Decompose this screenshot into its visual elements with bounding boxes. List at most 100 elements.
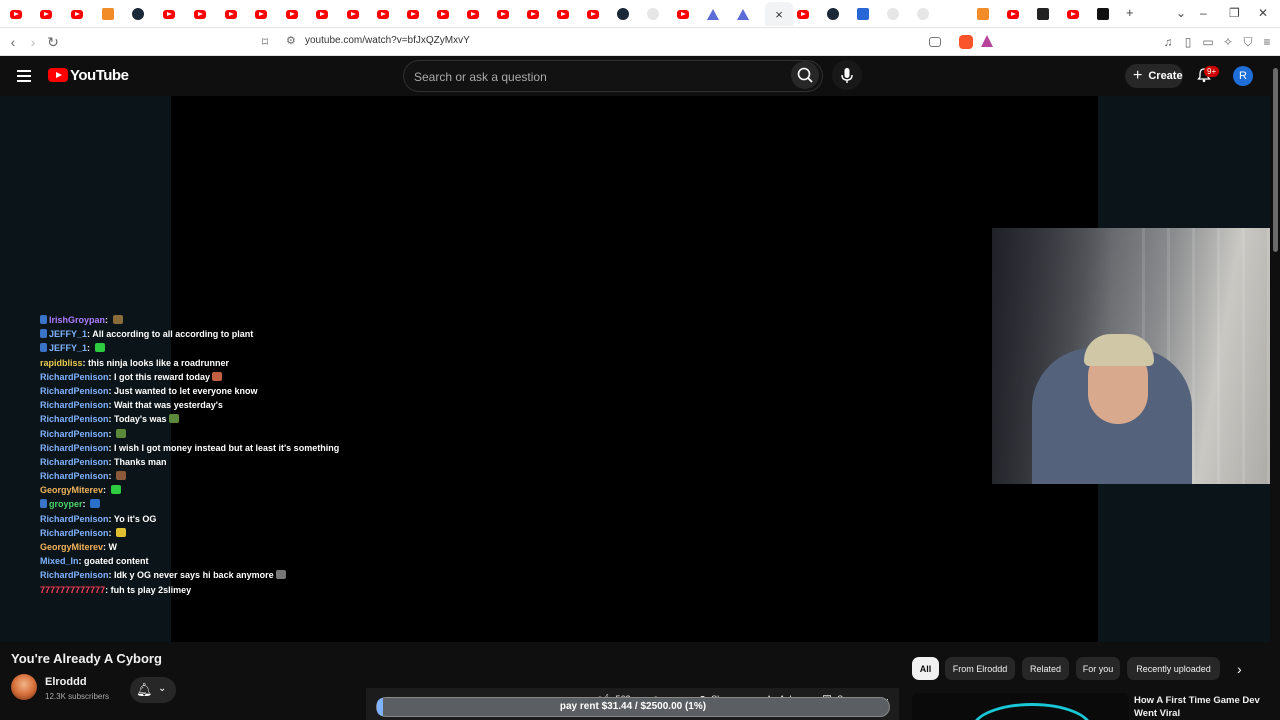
chat-username: RichardPenison xyxy=(40,414,109,425)
chat-username: RichardPenison xyxy=(40,471,109,482)
browser-tab[interactable] xyxy=(405,6,421,22)
browser-tab[interactable] xyxy=(795,6,811,22)
voice-search-button[interactable] xyxy=(832,60,862,90)
chat-text: fuh ts play 2slimey xyxy=(110,584,192,595)
browser-tab[interactable] xyxy=(585,6,601,22)
tab-favicon-icon xyxy=(707,8,719,20)
filter-chip[interactable]: For you xyxy=(1076,657,1120,680)
browser-tab[interactable] xyxy=(735,6,751,22)
browser-tab[interactable] xyxy=(192,6,208,22)
browser-tab[interactable] xyxy=(223,6,239,22)
media-controls-icon[interactable]: ♫ xyxy=(1159,33,1177,51)
browser-tab[interactable] xyxy=(1065,6,1081,22)
tab-favicon-icon xyxy=(1097,8,1109,20)
maximize-window-icon[interactable]: ❐ xyxy=(1229,6,1240,20)
search-button[interactable] xyxy=(791,61,819,89)
youtube-logo-icon[interactable] xyxy=(48,68,68,82)
site-info-icon[interactable]: ⚙ xyxy=(286,34,296,47)
browser-tab[interactable] xyxy=(435,6,451,22)
browser-tab[interactable] xyxy=(345,6,361,22)
close-window-icon[interactable]: ✕ xyxy=(1258,6,1268,20)
guide-menu-icon[interactable] xyxy=(17,70,31,82)
chat-emote-icon xyxy=(116,527,127,537)
reload-icon[interactable]: ↻ xyxy=(44,33,62,51)
search-input[interactable]: Search or ask a question xyxy=(403,60,823,92)
browser-tab[interactable] xyxy=(100,6,116,22)
browser-tab[interactable] xyxy=(675,6,691,22)
filter-chip[interactable]: All xyxy=(912,657,939,680)
browser-tab[interactable] xyxy=(495,6,511,22)
browser-tab[interactable] xyxy=(284,6,300,22)
chevron-right-icon[interactable]: › xyxy=(1237,661,1242,677)
channel-avatar[interactable] xyxy=(11,674,37,700)
leo-ai-icon[interactable]: ✧ xyxy=(1219,33,1237,51)
tab-favicon-icon xyxy=(617,8,629,20)
new-tab-button[interactable]: + xyxy=(1126,5,1134,20)
browser-tab[interactable] xyxy=(1005,6,1021,22)
create-button[interactable]: + Create xyxy=(1125,64,1183,88)
chat-emote-icon xyxy=(112,315,123,324)
browser-tab[interactable] xyxy=(1035,6,1051,22)
chat-username: RichardPenison xyxy=(40,513,109,524)
back-arrow-icon[interactable]: ‹ xyxy=(4,33,22,51)
wallet-icon[interactable]: ▭ xyxy=(1199,33,1217,51)
chat-username: RichardPenison xyxy=(40,428,109,439)
browser-tab[interactable] xyxy=(253,6,269,22)
browser-tab[interactable] xyxy=(161,6,177,22)
subscription-button[interactable]: 🔔︎ ⌄ xyxy=(130,677,176,703)
youtube-header: YouTube Search or ask a question xyxy=(0,56,1270,96)
browser-tab[interactable] xyxy=(885,6,901,22)
chat-badge-icon xyxy=(40,329,47,339)
browser-tab[interactable] xyxy=(69,6,85,22)
channel-name[interactable]: Elroddd xyxy=(45,676,87,688)
account-avatar[interactable]: R xyxy=(1233,66,1253,86)
tab-favicon-icon xyxy=(71,9,83,19)
browser-tab[interactable] xyxy=(8,6,24,22)
chat-username: Mixed_In xyxy=(40,556,79,567)
browser-tab[interactable] xyxy=(705,6,721,22)
url-text[interactable]: youtube.com/watch?v=bfJxQZyMxvY xyxy=(305,35,470,46)
chat-username: RichardPenison xyxy=(40,400,109,411)
webcam-overlay xyxy=(992,228,1280,484)
tab-favicon-icon xyxy=(917,8,929,20)
filter-chip[interactable]: Related xyxy=(1022,657,1069,680)
chat-username: GeorgyMiterev xyxy=(40,485,104,496)
browser-tab[interactable] xyxy=(375,6,391,22)
browser-tab[interactable] xyxy=(825,6,841,22)
vpn-icon[interactable]: ⛉ xyxy=(1239,33,1257,51)
brave-shield-icon[interactable] xyxy=(959,35,973,49)
browser-tab[interactable] xyxy=(645,6,661,22)
browser-tab[interactable] xyxy=(38,6,54,22)
filter-chip[interactable]: Recently uploaded xyxy=(1127,657,1220,680)
browser-tab[interactable] xyxy=(130,6,146,22)
sidebar-icon[interactable]: ▯ xyxy=(1179,33,1197,51)
tab-favicon-icon xyxy=(407,9,419,19)
tab-search-icon[interactable]: ⌄ xyxy=(1176,6,1186,20)
chat-username: rapidbliss xyxy=(40,357,83,368)
page-scrollbar[interactable] xyxy=(1270,56,1280,720)
forward-arrow-icon[interactable]: › xyxy=(24,33,42,51)
tab-favicon-icon xyxy=(467,9,479,19)
browser-tab[interactable] xyxy=(615,6,631,22)
brave-rewards-icon[interactable] xyxy=(981,35,993,47)
minimize-window-icon[interactable]: – xyxy=(1200,6,1207,20)
browser-menu-icon[interactable]: ≡ xyxy=(1258,33,1276,51)
recommended-video-title[interactable]: How A First Time Game Dev Went Viral xyxy=(1134,694,1264,720)
browser-tab[interactable] xyxy=(1095,6,1111,22)
cast-icon[interactable] xyxy=(929,37,941,47)
active-tab[interactable]: × xyxy=(765,2,793,26)
browser-tab[interactable] xyxy=(525,6,541,22)
microphone-icon xyxy=(841,68,853,83)
browser-tab[interactable] xyxy=(855,6,871,22)
filter-chip[interactable]: From Elroddd xyxy=(945,657,1015,680)
bookmark-icon[interactable]: ⌑ xyxy=(256,33,274,51)
browser-tab[interactable] xyxy=(975,6,991,22)
address-bar-row: ‹ › ↻ ⌑ ⚙ youtube.com/watch?v=bfJxQZyMxv… xyxy=(0,28,1280,56)
recommended-video-thumbnail[interactable] xyxy=(912,693,1129,720)
browser-tab[interactable] xyxy=(915,6,931,22)
browser-tab[interactable] xyxy=(465,6,481,22)
scrollbar-thumb[interactable] xyxy=(1273,68,1278,252)
browser-tab[interactable] xyxy=(314,6,330,22)
youtube-logo-text[interactable]: YouTube xyxy=(70,67,129,84)
browser-tab[interactable] xyxy=(555,6,571,22)
